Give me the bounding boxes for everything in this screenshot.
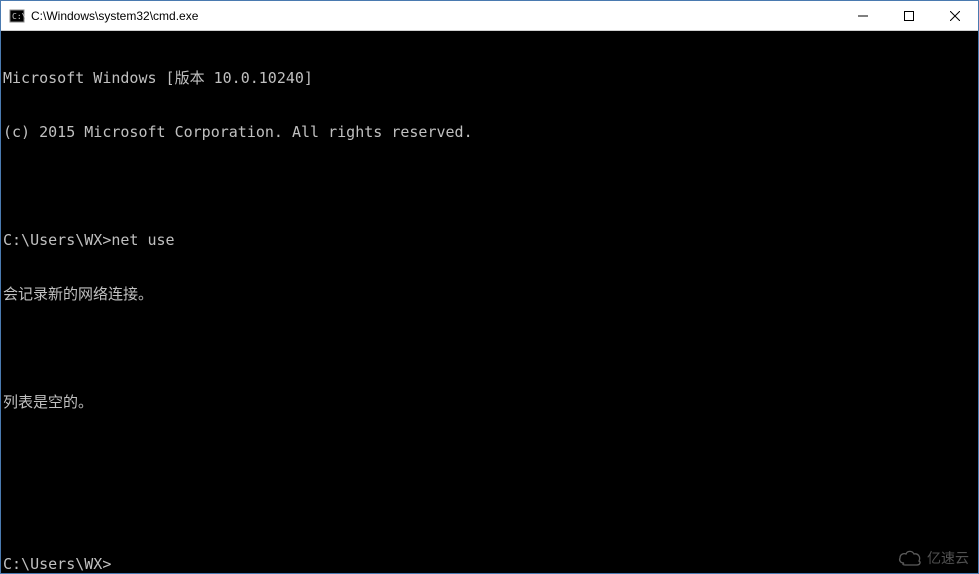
terminal-line: 列表是空的。 <box>3 393 976 411</box>
close-button[interactable] <box>932 1 978 30</box>
terminal-line: (c) 2015 Microsoft Corporation. All righ… <box>3 123 976 141</box>
cmd-window: C:\ C:\Windows\system32\cmd.exe Microsof… <box>0 0 979 574</box>
window-title: C:\Windows\system32\cmd.exe <box>31 9 840 23</box>
titlebar-buttons <box>840 1 978 30</box>
terminal-prompt: C:\Users\WX> <box>3 555 111 573</box>
terminal-line <box>3 177 976 195</box>
terminal-line: 会记录新的网络连接。 <box>3 285 976 303</box>
cloud-icon <box>897 548 923 568</box>
watermark-text: 亿速云 <box>927 548 969 568</box>
terminal-line <box>3 447 976 465</box>
cursor-icon <box>111 558 119 573</box>
watermark: 亿速云 <box>897 548 969 568</box>
terminal-line <box>3 501 976 519</box>
minimize-button[interactable] <box>840 1 886 30</box>
terminal-line: Microsoft Windows [版本 10.0.10240] <box>3 69 976 87</box>
terminal-line <box>3 339 976 357</box>
terminal-output[interactable]: Microsoft Windows [版本 10.0.10240] (c) 20… <box>1 31 978 573</box>
titlebar[interactable]: C:\ C:\Windows\system32\cmd.exe <box>1 1 978 31</box>
maximize-button[interactable] <box>886 1 932 30</box>
terminal-line: C:\Users\WX>net use <box>3 231 976 249</box>
svg-text:C:\: C:\ <box>12 12 25 21</box>
terminal-prompt-line: C:\Users\WX> <box>3 555 976 573</box>
cmd-icon: C:\ <box>9 8 25 24</box>
